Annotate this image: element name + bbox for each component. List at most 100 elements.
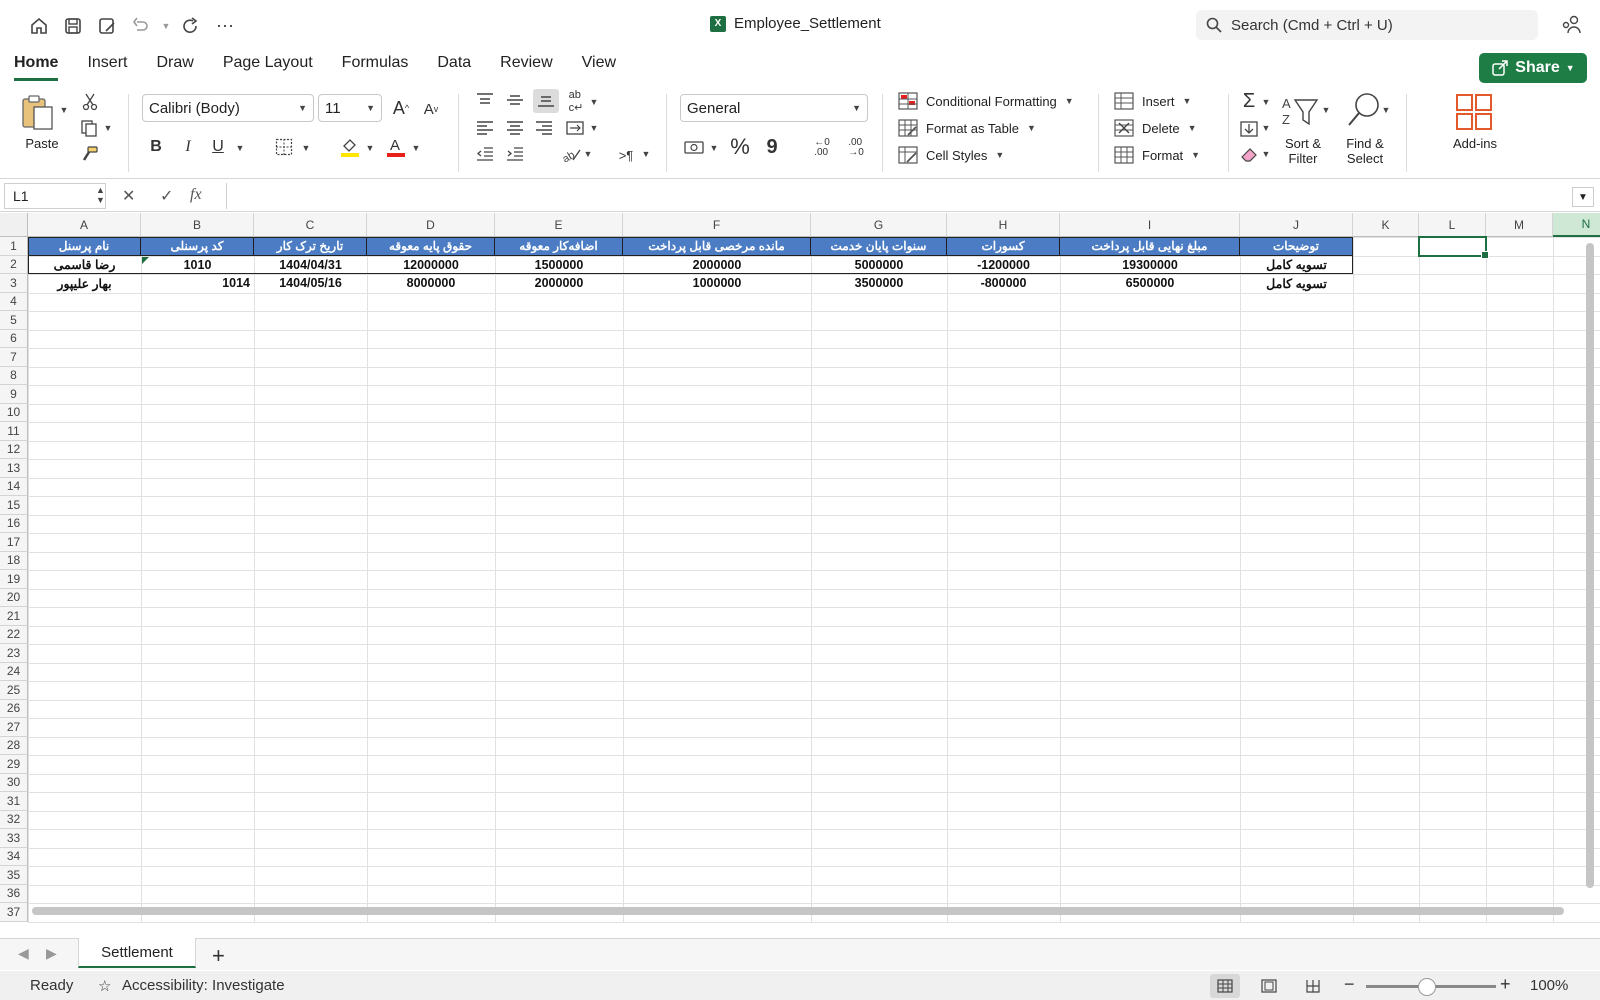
add-sheet-icon[interactable]: + — [212, 943, 225, 969]
wrap-text-icon[interactable]: ab c↵ — [564, 89, 588, 114]
row-header-35[interactable]: 35 — [0, 866, 28, 885]
column-header-m[interactable]: M — [1486, 213, 1553, 237]
tab-home[interactable]: Home — [14, 54, 59, 81]
align-top-icon[interactable] — [474, 90, 496, 110]
find-select-label[interactable]: Find & Select — [1340, 136, 1390, 166]
row-header-22[interactable]: 22 — [0, 625, 28, 644]
orientation-icon[interactable]: ab — [560, 144, 582, 164]
fill-color-icon[interactable] — [338, 134, 362, 160]
insert-cells-button[interactable]: Insert ▼ — [1114, 92, 1191, 110]
column-header-i[interactable]: I — [1060, 213, 1240, 237]
tab-page-layout[interactable]: Page Layout — [223, 54, 313, 81]
row-header-2[interactable]: 2 — [0, 255, 28, 274]
row-header-11[interactable]: 11 — [0, 422, 28, 441]
row-header-18[interactable]: 18 — [0, 551, 28, 570]
error-indicator-icon[interactable] — [142, 256, 149, 264]
column-header-d[interactable]: D — [367, 213, 495, 237]
wrap-text-dropdown-icon[interactable]: ▼ — [588, 96, 600, 108]
select-all-corner[interactable] — [0, 213, 28, 237]
text-direction-icon[interactable]: >¶ — [614, 146, 638, 164]
cut-icon[interactable] — [80, 92, 100, 112]
clear-icon[interactable] — [1238, 144, 1260, 166]
tab-insert[interactable]: Insert — [87, 54, 127, 81]
sort-filter-icon[interactable]: AZ — [1280, 92, 1320, 130]
previous-sheet-icon[interactable]: ◀ — [18, 945, 29, 962]
accounting-dropdown-icon[interactable]: ▼ — [708, 142, 720, 154]
borders-dropdown-icon[interactable]: ▼ — [300, 142, 312, 154]
italic-button[interactable]: I — [178, 136, 198, 158]
font-color-icon[interactable]: A — [384, 134, 408, 160]
confirm-formula-icon[interactable]: ✓ — [160, 186, 173, 206]
row-header-26[interactable]: 26 — [0, 699, 28, 718]
row-header-30[interactable]: 30 — [0, 773, 28, 792]
tab-view[interactable]: View — [582, 54, 616, 81]
align-left-icon[interactable] — [474, 118, 496, 138]
format-painter-icon[interactable] — [78, 144, 100, 164]
more-icon[interactable]: ⋯ — [208, 13, 242, 39]
underline-button[interactable]: U — [208, 136, 228, 158]
save-icon[interactable] — [56, 13, 90, 39]
paste-icon[interactable] — [18, 92, 58, 132]
row-header-32[interactable]: 32 — [0, 810, 28, 829]
table-cell[interactable]: 1000000 — [623, 274, 811, 293]
row-header-6[interactable]: 6 — [0, 329, 28, 348]
column-header-h[interactable]: H — [947, 213, 1060, 237]
merge-center-icon[interactable] — [564, 118, 586, 138]
undo-icon[interactable] — [124, 13, 158, 39]
home-icon[interactable] — [22, 13, 56, 39]
underline-dropdown-icon[interactable]: ▼ — [234, 142, 246, 154]
row-header-8[interactable]: 8 — [0, 366, 28, 385]
tab-data[interactable]: Data — [437, 54, 471, 81]
increase-indent-icon[interactable] — [504, 144, 526, 164]
align-bottom-icon[interactable] — [533, 89, 559, 113]
fill-icon[interactable] — [1238, 118, 1260, 140]
row-header-21[interactable]: 21 — [0, 607, 28, 626]
next-sheet-icon[interactable]: ▶ — [46, 945, 57, 962]
name-box[interactable]: L1 — [4, 183, 106, 209]
increase-font-size-icon[interactable]: A ^ — [390, 96, 412, 120]
column-header-a[interactable]: A — [28, 213, 141, 237]
vertical-scrollbar[interactable] — [1586, 243, 1594, 888]
bold-button[interactable]: B — [146, 136, 166, 158]
row-header-27[interactable]: 27 — [0, 718, 28, 737]
table-cell[interactable]: 1014 — [141, 274, 254, 293]
column-header-g[interactable]: G — [811, 213, 947, 237]
worksheet-grid[interactable]: ABCDEFGHIJKLMN 1 2 3 4 5 6 7 8 9 10 11 12 13 14 15 16 17… — [0, 213, 1600, 933]
font-size-dropdown[interactable]: 11 ▼ — [318, 94, 382, 122]
addins-icon[interactable] — [1454, 92, 1494, 132]
row-header-17[interactable]: 17 — [0, 533, 28, 552]
clear-dropdown-icon[interactable]: ▼ — [1260, 148, 1272, 160]
row-header-10[interactable]: 10 — [0, 403, 28, 422]
accessibility-status[interactable]: Accessibility: Investigate — [122, 977, 285, 994]
row-header-1[interactable]: 1 — [0, 237, 28, 256]
column-header-e[interactable]: E — [495, 213, 623, 237]
sort-filter-label[interactable]: Sort & Filter — [1278, 136, 1328, 166]
cell-styles-button[interactable]: Cell Styles ▼ — [898, 146, 1004, 164]
zoom-out-icon[interactable]: − — [1344, 974, 1355, 995]
column-header-j[interactable]: J — [1240, 213, 1353, 237]
row-header-3[interactable]: 3 — [0, 274, 28, 293]
search-box[interactable]: Search (Cmd + Ctrl + U) — [1196, 10, 1538, 40]
merge-dropdown-icon[interactable]: ▼ — [588, 122, 600, 134]
decrease-font-size-icon[interactable]: Av — [420, 98, 442, 120]
increase-decimal-icon[interactable]: ←0.00 — [808, 136, 836, 160]
active-cell-l1[interactable] — [1418, 236, 1489, 258]
row-header-19[interactable]: 19 — [0, 570, 28, 589]
row-header-29[interactable]: 29 — [0, 755, 28, 774]
row-header-28[interactable]: 28 — [0, 736, 28, 755]
format-cells-button[interactable]: Format ▼ — [1114, 146, 1200, 164]
autosum-dropdown-icon[interactable]: ▼ — [1260, 96, 1272, 108]
table-cell[interactable]: تسویه کامل — [1240, 274, 1353, 293]
row-header-4[interactable]: 4 — [0, 292, 28, 311]
percent-style-button[interactable]: % — [728, 134, 752, 160]
row-header-31[interactable]: 31 — [0, 792, 28, 811]
tab-draw[interactable]: Draw — [156, 54, 193, 81]
row-header-16[interactable]: 16 — [0, 514, 28, 533]
formula-input[interactable] — [226, 183, 1566, 209]
row-header-5[interactable]: 5 — [0, 311, 28, 330]
autosum-icon[interactable]: Σ — [1238, 90, 1260, 112]
font-name-dropdown[interactable]: Calibri (Body) ▼ — [142, 94, 314, 122]
sort-filter-dropdown-icon[interactable]: ▼ — [1320, 104, 1332, 116]
row-header-15[interactable]: 15 — [0, 496, 28, 515]
zoom-level[interactable]: 100% — [1530, 977, 1568, 994]
